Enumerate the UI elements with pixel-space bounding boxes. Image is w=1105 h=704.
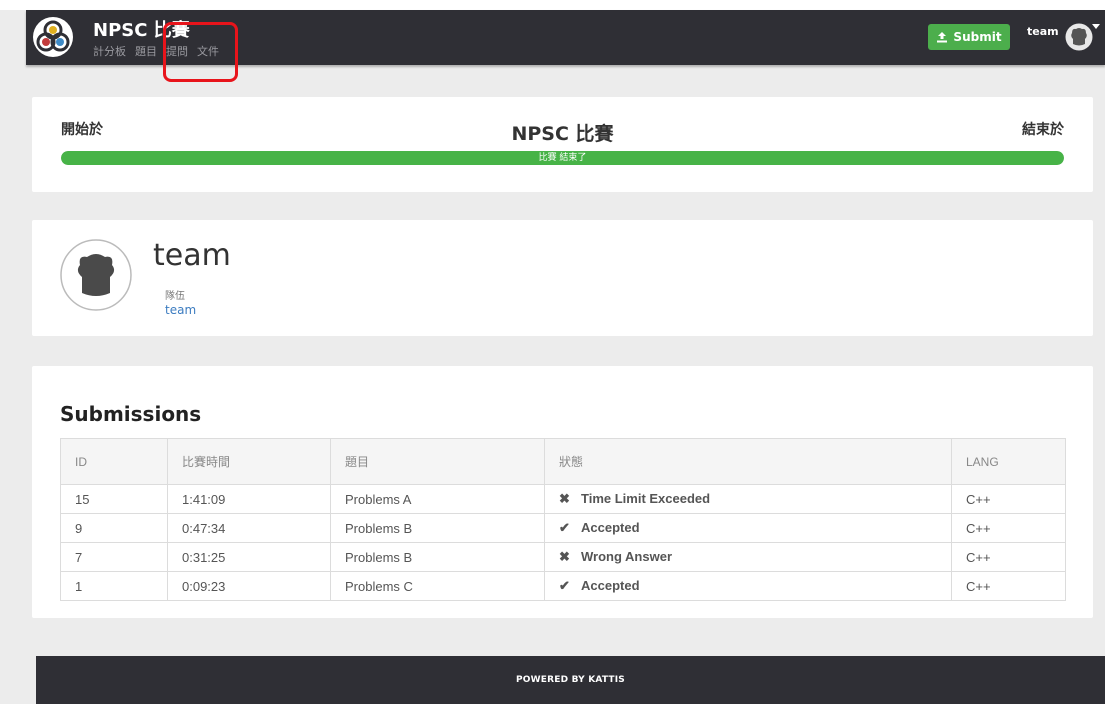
check-icon: ✔ <box>559 578 570 593</box>
submission-time: 0:09:23 <box>167 571 331 601</box>
column-header-time[interactable]: 比賽時間 <box>167 438 331 485</box>
footer: POWERED BY KATTIS <box>36 656 1105 704</box>
submission-problem-link[interactable]: Problems C <box>330 571 545 601</box>
submission-id-link[interactable]: 7 <box>60 542 168 572</box>
user-avatar-icon[interactable] <box>1065 23 1093 51</box>
submission-lang: C++ <box>951 571 1066 601</box>
end-time-label: 結束於 <box>1022 122 1064 138</box>
team-role-label: 隊伍 <box>165 291 185 302</box>
submission-problem-link[interactable]: Problems A <box>330 484 545 514</box>
submission-id-link[interactable]: 9 <box>60 513 168 543</box>
submission-status: ✔ Accepted <box>544 571 952 601</box>
annotation-highlight <box>163 22 238 82</box>
submission-status-text: Time Limit Exceeded <box>581 491 711 506</box>
submission-problem-link[interactable]: Problems B <box>330 513 545 543</box>
submission-time: 1:41:09 <box>167 484 331 514</box>
column-header-status[interactable]: 狀態 <box>544 438 952 485</box>
team-profile-card: team 隊伍 team <box>32 220 1093 336</box>
submission-lang: C++ <box>951 484 1066 514</box>
submission-status: ✔ Accepted <box>544 513 952 543</box>
cropped-caption-strip <box>0 0 1105 10</box>
submit-button[interactable]: Submit <box>928 24 1010 50</box>
user-menu-caret-icon[interactable] <box>1092 24 1100 29</box>
contest-progress-bar: 比賽 結束了 <box>61 151 1064 165</box>
table-header-row: ID 比賽時間 題目 狀態 LANG <box>60 438 1066 485</box>
table-row: 1 0:09:23 Problems C ✔ Accepted C++ <box>60 571 1066 601</box>
nav-scoreboard[interactable]: 計分板 <box>93 43 126 59</box>
submission-status-text: Accepted <box>581 520 640 535</box>
cross-icon: ✖ <box>559 549 570 564</box>
contest-progress-text: 比賽 結束了 <box>538 153 587 163</box>
submission-id-link[interactable]: 15 <box>60 484 168 514</box>
table-row: 7 0:31:25 Problems B ✖ Wrong Answer C++ <box>60 542 1066 572</box>
table-row: 9 0:47:34 Problems B ✔ Accepted C++ <box>60 513 1066 543</box>
submissions-card: Submissions ID 比賽時間 題目 狀態 LANG 15 1:41:0… <box>32 366 1093 618</box>
submission-time: 0:47:34 <box>167 513 331 543</box>
submission-lang: C++ <box>951 542 1066 572</box>
team-link[interactable]: team <box>165 303 196 317</box>
cross-icon: ✖ <box>559 491 570 506</box>
table-row: 15 1:41:09 Problems A ✖ Time Limit Exceed… <box>60 484 1066 514</box>
column-header-problem[interactable]: 題目 <box>330 438 545 485</box>
user-name[interactable]: team <box>1027 25 1059 38</box>
contest-title: NPSC 比賽 <box>511 123 614 145</box>
submission-status: ✖ Wrong Answer <box>544 542 952 572</box>
team-avatar <box>60 239 132 311</box>
column-header-lang[interactable]: LANG <box>951 438 1066 485</box>
team-name: team <box>153 238 231 273</box>
contest-status-card: 開始於 NPSC 比賽 結束於 比賽 結束了 <box>32 97 1093 192</box>
upload-icon <box>937 32 948 43</box>
nav-problems[interactable]: 題目 <box>135 43 157 59</box>
submissions-table: ID 比賽時間 題目 狀態 LANG 15 1:41:09 Problems A… <box>60 438 1066 601</box>
submission-status-text: Wrong Answer <box>581 549 673 564</box>
submission-status: ✖ Time Limit Exceeded <box>544 484 952 514</box>
submission-time: 0:31:25 <box>167 542 331 572</box>
submit-button-label: Submit <box>953 30 1002 44</box>
column-header-id[interactable]: ID <box>60 438 168 485</box>
kattis-logo-icon[interactable] <box>32 16 74 58</box>
check-icon: ✔ <box>559 520 570 535</box>
submission-id-link[interactable]: 1 <box>60 571 168 601</box>
submission-lang: C++ <box>951 513 1066 543</box>
submission-problem-link[interactable]: Problems B <box>330 542 545 572</box>
submission-status-text: Accepted <box>581 578 640 593</box>
submissions-title: Submissions <box>60 402 202 426</box>
